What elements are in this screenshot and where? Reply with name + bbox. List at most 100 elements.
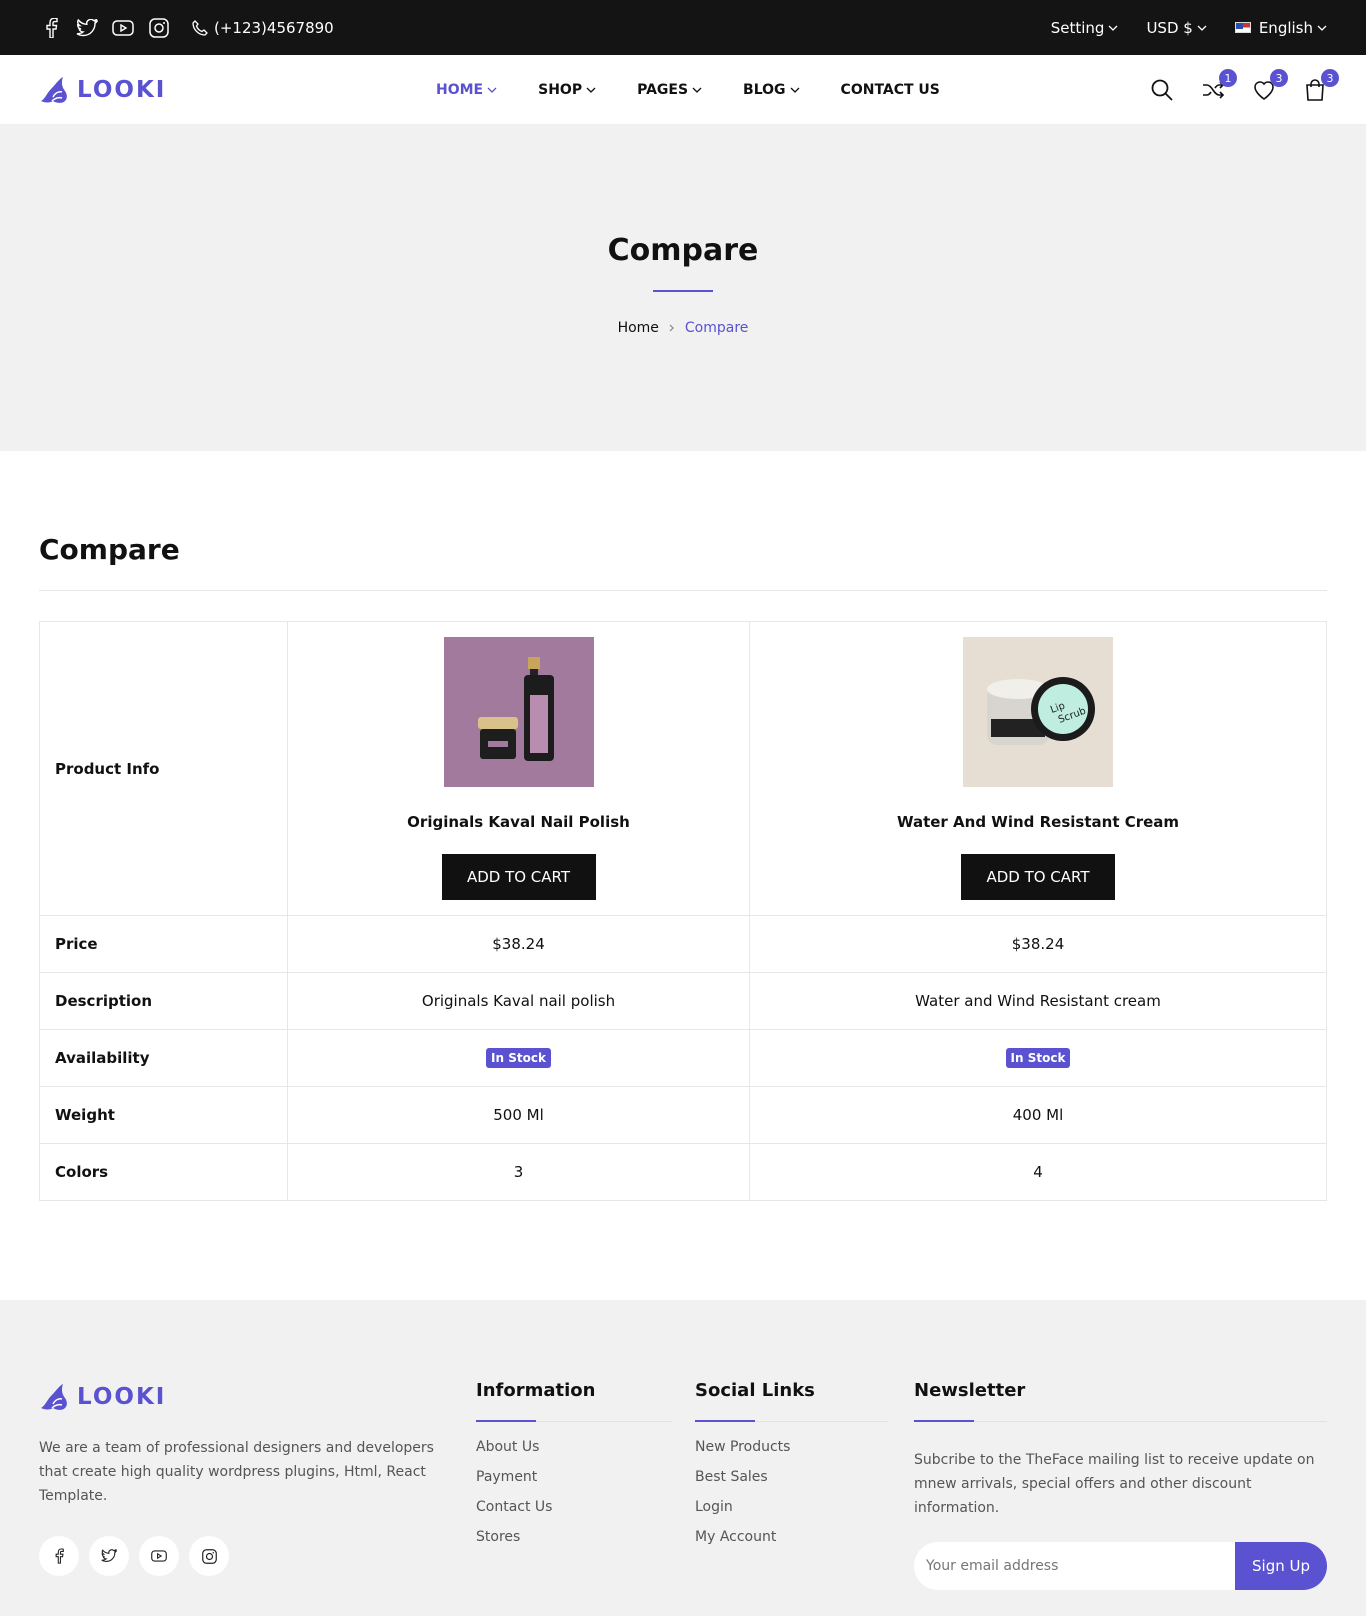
availability-cell: In Stock bbox=[749, 1029, 1327, 1087]
youtube-icon[interactable] bbox=[111, 16, 134, 39]
price-value: $38.24 bbox=[287, 915, 750, 973]
breadcrumb-current: Compare bbox=[684, 320, 749, 336]
facebook-icon[interactable] bbox=[39, 1536, 79, 1576]
twitter-icon[interactable] bbox=[75, 16, 98, 39]
nav-blog-label: BLOG bbox=[743, 82, 786, 98]
compare-section: Compare Product Info Originals Kaval Nai… bbox=[0, 451, 1366, 1201]
product-name[interactable]: Water And Wind Resistant Cream bbox=[897, 813, 1179, 831]
compare-button[interactable]: 1 bbox=[1201, 69, 1237, 102]
nav-shop-label: SHOP bbox=[538, 82, 583, 98]
footer-social-links: Social Links New Products Best Sales Log… bbox=[695, 1380, 888, 1546]
twitter-icon[interactable] bbox=[89, 1536, 129, 1576]
compare-title: Compare bbox=[39, 533, 1327, 591]
page-hero: Compare Home Compare bbox=[0, 125, 1366, 451]
row-label-colors: Colors bbox=[39, 1143, 288, 1201]
wishlist-button[interactable]: 3 bbox=[1252, 69, 1288, 102]
setting-dropdown[interactable]: Setting bbox=[1051, 19, 1119, 37]
language-label: English bbox=[1258, 18, 1313, 37]
chevron-down-icon bbox=[586, 87, 596, 93]
breadcrumb: Home Compare bbox=[618, 320, 749, 336]
site-logo[interactable]: LOOKI bbox=[39, 75, 379, 105]
phone-icon bbox=[192, 19, 208, 36]
newsletter-email-input[interactable] bbox=[914, 1542, 1235, 1590]
row-label-price: Price bbox=[39, 915, 288, 973]
main-nav: HOME SHOP PAGES BLOG CONTACT US bbox=[436, 55, 940, 125]
nav-contact-label: CONTACT US bbox=[840, 82, 940, 98]
footer-link-stores[interactable]: Stores bbox=[476, 1528, 672, 1546]
table-row: Colors 3 4 bbox=[39, 1143, 1327, 1201]
phone-contact[interactable]: (+123)4567890 bbox=[192, 19, 334, 37]
nav-contact-us[interactable]: CONTACT US bbox=[841, 82, 940, 98]
footer-information-title: Information bbox=[476, 1380, 672, 1422]
currency-dropdown[interactable]: USD $ bbox=[1146, 18, 1207, 37]
footer-link-new-products[interactable]: New Products bbox=[695, 1438, 888, 1456]
compare-count-badge: 1 bbox=[1219, 69, 1237, 87]
setting-label: Setting bbox=[1050, 18, 1105, 37]
nav-shop[interactable]: SHOP bbox=[538, 82, 596, 98]
title-underline bbox=[653, 290, 713, 292]
sign-up-button[interactable]: Sign Up bbox=[1235, 1542, 1327, 1590]
logo-text: LOOKI bbox=[77, 1384, 167, 1410]
row-label-weight: Weight bbox=[39, 1086, 288, 1144]
breadcrumb-home[interactable]: Home bbox=[618, 320, 659, 336]
footer-about-text: We are a team of professional designers … bbox=[39, 1440, 434, 1504]
footer-link-contact-us[interactable]: Contact Us bbox=[476, 1498, 672, 1516]
wishlist-count-badge: 3 bbox=[1270, 69, 1288, 87]
add-to-cart-button[interactable]: ADD TO CART bbox=[961, 854, 1115, 900]
table-row: Price $38.24 $38.24 bbox=[39, 915, 1327, 973]
footer-information: Information About Us Payment Contact Us … bbox=[476, 1380, 672, 1546]
newsletter-description: Subcribe to the TheFace mailing list to … bbox=[914, 1452, 1315, 1516]
description-value: Originals Kaval nail polish bbox=[287, 972, 750, 1030]
cart-button[interactable]: 3 bbox=[1303, 69, 1339, 102]
product-image[interactable]: Lip Scrub bbox=[963, 637, 1113, 787]
instagram-icon[interactable] bbox=[189, 1536, 229, 1576]
table-row: Availability In Stock In Stock bbox=[39, 1029, 1327, 1087]
chevron-down-icon bbox=[1108, 25, 1118, 31]
availability-cell: In Stock bbox=[287, 1029, 750, 1087]
footer-link-my-account[interactable]: My Account bbox=[695, 1528, 888, 1546]
in-stock-badge: In Stock bbox=[486, 1048, 551, 1068]
nav-home[interactable]: HOME bbox=[436, 82, 497, 98]
row-label-description: Description bbox=[39, 972, 288, 1030]
site-footer: LOOKI We are a team of professional desi… bbox=[0, 1300, 1366, 1616]
nav-pages[interactable]: PAGES bbox=[637, 82, 702, 98]
row-label-product-info: Product Info bbox=[39, 621, 288, 916]
cream-jar-illustration-icon: Lip Scrub bbox=[987, 677, 1095, 745]
nav-pages-label: PAGES bbox=[637, 82, 689, 98]
footer-newsletter-title: Newsletter bbox=[914, 1380, 1327, 1422]
weight-value: 500 Ml bbox=[287, 1086, 750, 1144]
weight-value: 400 Ml bbox=[749, 1086, 1327, 1144]
colors-value: 4 bbox=[749, 1143, 1327, 1201]
logo-mark-icon bbox=[39, 75, 73, 105]
newsletter-form: Sign Up bbox=[914, 1542, 1327, 1590]
logo-text: LOOKI bbox=[77, 76, 167, 103]
footer-link-payment[interactable]: Payment bbox=[476, 1468, 672, 1486]
cart-count-badge: 3 bbox=[1321, 69, 1339, 87]
footer-logo[interactable]: LOOKI bbox=[39, 1382, 459, 1412]
chevron-down-icon bbox=[1197, 25, 1207, 31]
top-bar: (+123)4567890 Setting USD $ English bbox=[0, 0, 1366, 55]
chevron-down-icon bbox=[790, 87, 800, 93]
footer-social-title: Social Links bbox=[695, 1380, 888, 1422]
product-name[interactable]: Originals Kaval Nail Polish bbox=[407, 813, 630, 831]
in-stock-badge: In Stock bbox=[1005, 1048, 1071, 1068]
footer-link-about-us[interactable]: About Us bbox=[476, 1438, 672, 1456]
add-to-cart-button[interactable]: ADD TO CART bbox=[441, 854, 596, 900]
product-image[interactable] bbox=[443, 637, 594, 787]
youtube-icon[interactable] bbox=[139, 1536, 179, 1576]
nail-polish-illustration-icon bbox=[477, 657, 554, 761]
search-icon[interactable] bbox=[1150, 78, 1174, 102]
footer-newsletter: Newsletter Subcribe to the TheFace maili… bbox=[914, 1380, 1327, 1590]
currency-label: USD $ bbox=[1146, 18, 1193, 37]
footer-link-login[interactable]: Login bbox=[695, 1498, 888, 1516]
footer-link-best-sales[interactable]: Best Sales bbox=[695, 1468, 888, 1486]
colors-value: 3 bbox=[287, 1143, 750, 1201]
description-value: Water and Wind Resistant cream bbox=[749, 972, 1327, 1030]
language-dropdown[interactable]: English bbox=[1234, 18, 1327, 37]
table-row: Product Info Originals Kaval Nail Polish… bbox=[39, 621, 1327, 916]
instagram-icon[interactable] bbox=[147, 16, 170, 39]
us-flag-icon bbox=[1234, 22, 1251, 33]
facebook-icon[interactable] bbox=[39, 16, 62, 39]
nav-blog[interactable]: BLOG bbox=[743, 82, 800, 98]
footer-about: LOOKI We are a team of professional desi… bbox=[39, 1382, 459, 1576]
